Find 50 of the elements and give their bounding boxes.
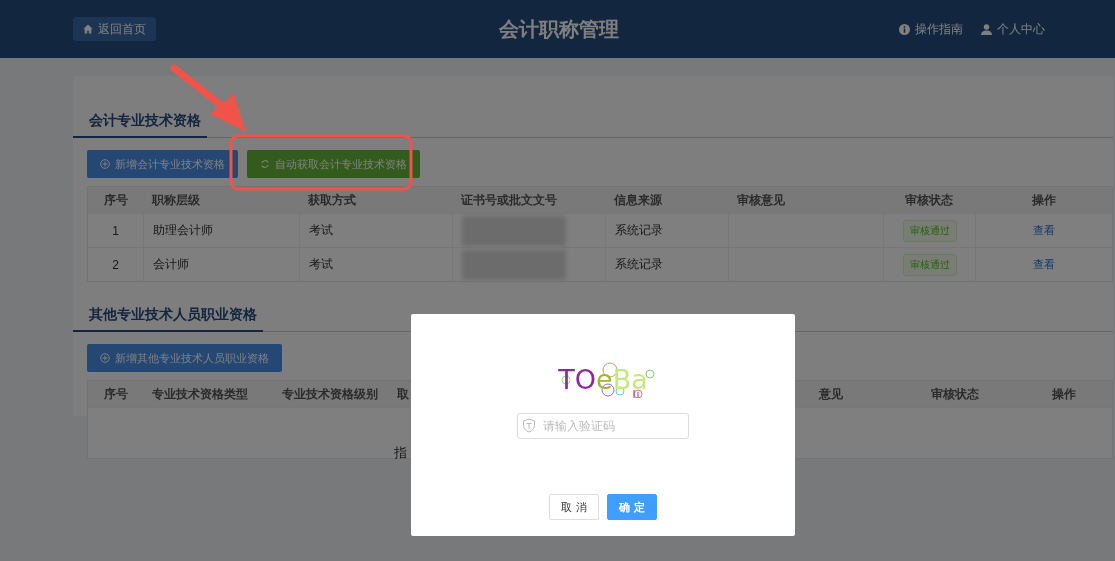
section-title: 其他专业技术人员职业资格 — [73, 306, 263, 332]
view-link[interactable]: 查看 — [1033, 257, 1055, 272]
back-home-button[interactable]: 返回首页 — [73, 17, 156, 41]
column-header: 审核意见 — [737, 191, 785, 209]
user-icon — [981, 23, 992, 35]
captcha-letter: e — [596, 363, 613, 395]
add-button[interactable]: 新增会计专业技术资格 — [87, 150, 238, 178]
auto-fetch-button[interactable]: 自动获取会计专业技术资格 — [247, 150, 420, 178]
column-header: 专业技术资格级别 — [282, 385, 378, 403]
table-cell: 系统记录 — [605, 248, 728, 281]
column-header: 操作 — [1031, 191, 1056, 209]
status-badge: 审核通过 — [902, 219, 957, 242]
column-header: 职称层级 — [152, 191, 200, 209]
column-header: 序号 — [103, 385, 128, 403]
plus-circle-icon — [100, 353, 110, 363]
column-header: 审核状态 — [931, 385, 979, 403]
captcha-letter: a — [631, 363, 648, 395]
info-icon — [899, 23, 910, 35]
captcha-image[interactable]: TOeBa — [548, 360, 658, 398]
column-header: 获取方式 — [308, 191, 356, 209]
confirm-button[interactable]: 确 定 — [607, 494, 657, 520]
captcha-letter: B — [612, 363, 632, 395]
footer-text: 指 — [394, 444, 408, 462]
captcha-input[interactable]: 请输入验证码 — [517, 413, 689, 439]
column-header: 操作 — [1051, 385, 1076, 403]
column-header: 证书号或批文文号 — [461, 191, 557, 209]
captcha-letter: T — [558, 363, 575, 395]
table-cell-text: 2 — [111, 256, 120, 274]
column-header: 信息来源 — [614, 191, 662, 209]
captcha-letter: O — [574, 363, 597, 395]
column-header: 专业技术资格类型 — [152, 385, 248, 403]
column-header: 审核状态 — [905, 191, 953, 209]
home-icon — [83, 24, 93, 34]
page-title: 会计职称管理 — [499, 16, 619, 42]
column-header: 取 — [397, 385, 409, 403]
view-link[interactable]: 查看 — [1033, 223, 1055, 238]
table-cell: 考试 — [299, 248, 452, 281]
table-cell: 会计师 — [143, 248, 299, 281]
add-button[interactable]: 新增其他专业技术人员职业资格 — [87, 344, 282, 372]
cancel-button[interactable]: 取 消 — [549, 494, 599, 520]
section-title: 会计专业技术资格 — [73, 112, 207, 138]
plus-circle-icon — [100, 159, 110, 169]
header-link[interactable]: 个人中心 — [981, 20, 1045, 38]
shield-icon — [522, 418, 536, 433]
table-cell-text: 1 — [111, 222, 120, 240]
status-badge: 审核通过 — [902, 253, 957, 276]
refresh-icon — [260, 159, 270, 169]
header-link[interactable]: 操作指南 — [899, 20, 963, 38]
column-header: 意见 — [819, 385, 843, 403]
column-header: 序号 — [103, 191, 128, 209]
